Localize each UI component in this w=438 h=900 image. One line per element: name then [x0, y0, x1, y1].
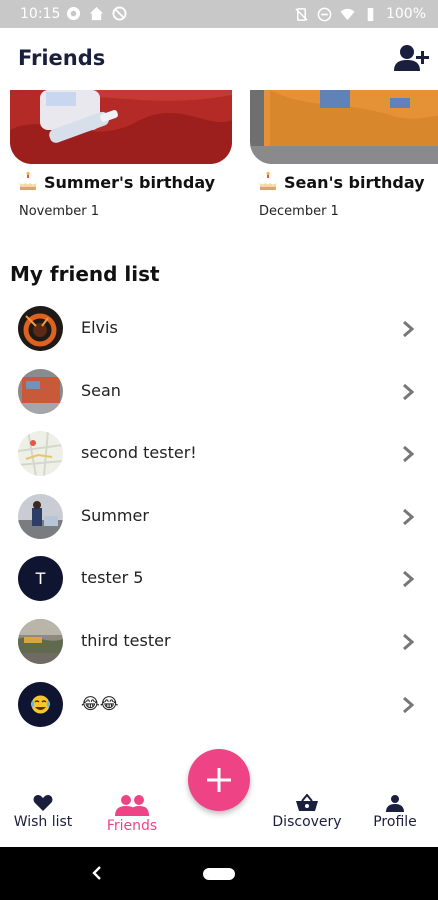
- birthday-card-date: December 1: [259, 204, 339, 219]
- chevron-right-icon: [403, 696, 414, 713]
- friend-list-item[interactable]: T tester 5: [0, 548, 438, 611]
- chevron-right-icon: [403, 383, 414, 400]
- notification-circle-icon: [66, 6, 81, 21]
- avatar: [18, 368, 63, 414]
- birthday-carousel[interactable]: Summer's birthday November 1 Sean's birt…: [0, 90, 438, 230]
- friend-list-item[interactable]: Summer: [0, 486, 438, 549]
- cake-icon: [260, 172, 276, 190]
- add-wish-fab[interactable]: [188, 749, 250, 811]
- chevron-right-icon: [403, 446, 414, 463]
- add-friend-button[interactable]: [394, 43, 430, 73]
- status-system-icons: 100%: [294, 6, 426, 22]
- chevron-right-icon: [403, 633, 414, 651]
- do-not-disturb-icon: [317, 7, 332, 21]
- birthday-card-title: Summer's birthday: [18, 172, 215, 192]
- chevron-right-icon: [403, 320, 414, 338]
- friend-name: third tester: [81, 630, 171, 650]
- avatar: [18, 618, 63, 664]
- birthday-card[interactable]: Summer's birthday November 1: [10, 90, 232, 219]
- status-notification-icons: [66, 6, 127, 21]
- friend-list: Elvis Sean second tester! Summer T teste…: [0, 298, 438, 736]
- birthday-card-title: Sean's birthday: [258, 172, 425, 192]
- avatar-initial: T: [18, 556, 63, 602]
- friend-list-item[interactable]: Sean: [0, 361, 438, 424]
- person-icon: [386, 795, 404, 812]
- friend-list-item[interactable]: Elvis: [0, 298, 438, 361]
- avatar: [18, 306, 63, 351]
- nav-friends-label: Friends: [106, 818, 158, 834]
- system-navigation-bar: [0, 847, 438, 900]
- cake-icon: [20, 172, 36, 190]
- avatar: [18, 493, 63, 539]
- people-icon: [115, 795, 149, 816]
- plus-icon: [207, 768, 231, 792]
- status-bar: 10:15 100%: [0, 0, 438, 28]
- chevron-right-icon: [403, 508, 414, 525]
- friend-list-item[interactable]: second tester!: [0, 423, 438, 486]
- friend-list-item[interactable]: third tester: [0, 611, 438, 674]
- avatar: [18, 431, 63, 477]
- shopping-basket-icon: [296, 794, 318, 811]
- chevron-right-icon: [403, 571, 414, 588]
- app-header: Friends: [0, 28, 438, 90]
- friend-list-title: My friend list: [10, 262, 160, 286]
- friend-name: second tester!: [81, 443, 197, 463]
- heart-icon: [33, 795, 53, 811]
- nav-profile[interactable]: Profile: [364, 790, 426, 846]
- nav-wish-list[interactable]: Wish list: [8, 790, 78, 846]
- birthday-card-name: Sean's birthday: [284, 172, 425, 192]
- home-notification-icon: [89, 6, 104, 21]
- friend-name: 😂😂: [81, 693, 119, 713]
- page-title: Friends: [18, 46, 106, 70]
- friend-name: Sean: [81, 380, 121, 400]
- battery-percentage: 100%: [385, 6, 426, 22]
- friend-list-item[interactable]: 😂😂: [0, 674, 438, 737]
- home-button[interactable]: [203, 868, 235, 880]
- wifi-icon: [340, 8, 355, 20]
- nav-discovery-label: Discovery: [272, 814, 342, 830]
- battery-icon: [367, 7, 374, 21]
- birthday-card-date: November 1: [19, 204, 100, 219]
- friend-name: tester 5: [81, 568, 144, 588]
- nav-friends[interactable]: Friends: [100, 790, 164, 846]
- birthday-card-photo: [10, 90, 232, 164]
- birthday-card[interactable]: Sean's birthday December 1: [250, 90, 438, 219]
- nav-discovery[interactable]: Discovery: [268, 790, 346, 846]
- nav-profile-label: Profile: [373, 814, 417, 830]
- avatar: [18, 681, 63, 727]
- birthday-card-name: Summer's birthday: [44, 172, 216, 192]
- vibrate-off-icon: [295, 7, 308, 21]
- friend-name: Elvis: [81, 318, 118, 337]
- blocked-notification-icon: [112, 6, 127, 21]
- status-time: 10:15: [20, 6, 61, 22]
- back-icon[interactable]: [90, 865, 104, 881]
- birthday-card-photo: [250, 90, 438, 164]
- nav-wish-list-label: Wish list: [13, 814, 73, 830]
- friend-name: Summer: [81, 505, 149, 525]
